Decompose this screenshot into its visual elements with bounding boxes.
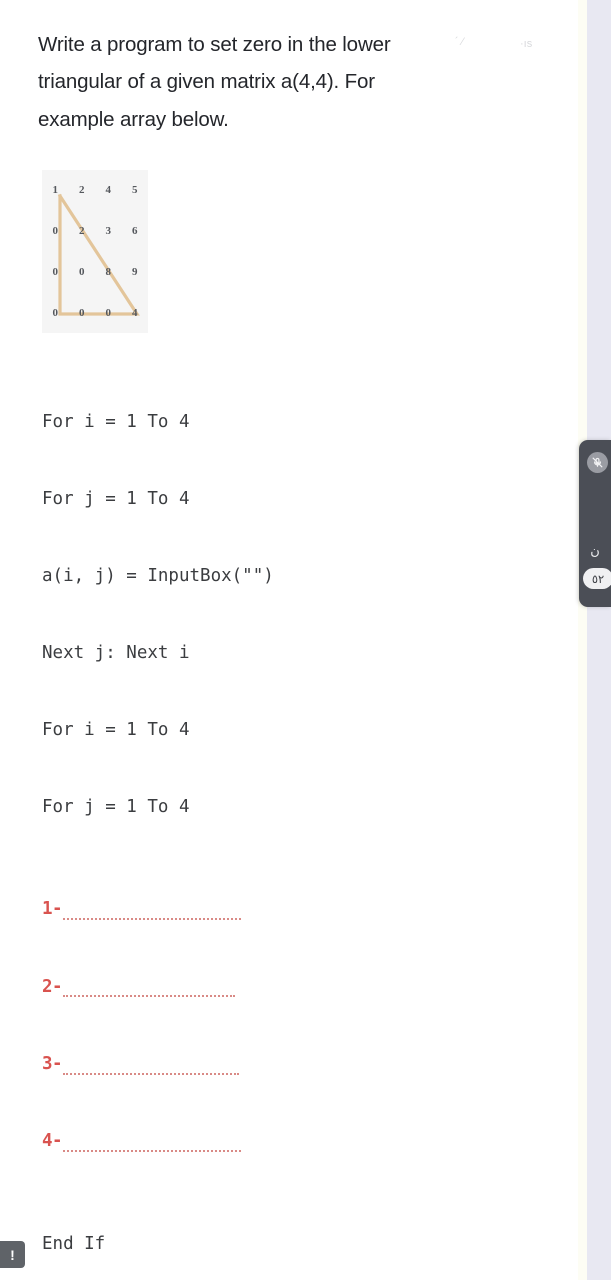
page-root: ´ ⁄ ·ıs Write a program to set zero in t… [0,0,611,1280]
blank-dotted-rule [63,995,236,998]
matrix-cell: 5 [132,184,138,197]
question-content: Write a program to set zero in the lower… [0,0,578,1280]
matrix-cell: 8 [105,265,112,278]
code-line: End If [42,1233,106,1254]
matrix-cell: 0 [79,265,85,278]
matrix-cell: 6 [132,225,138,238]
code-line: Next j: Next i [42,642,190,663]
call-panel-arabic-label: ن [590,544,600,559]
code-block: For i = 1 To 4 For j = 1 To 4 a(i, j) = … [42,359,544,1280]
matrix-cell: 3 [105,225,112,238]
code-blank-3: 3- [42,1052,544,1078]
code-line: For i = 1 To 4 [42,412,190,433]
code-line: For j = 1 To 4 [42,796,190,817]
matrix-cell: 0 [52,306,59,319]
matrix-cell: 2 [79,184,85,197]
question-text: Write a program to set zero in the lower… [38,33,391,131]
code-line: For i = 1 To 4 [42,719,190,740]
matrix-cell: 0 [52,265,59,278]
matrix-cell: 0 [52,225,59,238]
matrix-cell: 9 [132,265,138,278]
matrix-grid: 1 2 4 5 0 2 3 6 0 0 8 9 0 0 0 4 [42,170,148,333]
blank-dotted-rule [63,1072,240,1075]
code-blank-4: 4- [42,1129,544,1155]
blank-number: 1- [42,899,63,920]
right-rail-highlight [578,0,587,1280]
alert-icon[interactable]: ! [0,1241,25,1268]
call-participant-badge[interactable]: ٥٢ [583,568,611,589]
code-line: a(i, j) = InputBox("") [42,565,274,586]
call-panel[interactable]: ن ٥٢ [579,440,611,607]
code-line: For j = 1 To 4 [42,489,190,510]
matrix-cell: 4 [132,306,138,319]
blank-dotted-rule [63,918,242,921]
matrix-cell: 0 [105,306,112,319]
code-blank-2: 2- [42,974,544,1000]
matrix-cell: 0 [79,306,85,319]
mic-muted-icon[interactable] [587,452,608,473]
blank-number: 4- [42,1131,63,1152]
blank-dotted-rule [63,1149,242,1152]
matrix-cell: 4 [105,184,112,197]
blank-number: 2- [42,976,63,997]
matrix-figure: 1 2 4 5 0 2 3 6 0 0 8 9 0 0 0 4 [42,169,148,333]
matrix-cell: 2 [79,225,85,238]
code-blank-1: 1- [42,897,544,923]
matrix-cell: 1 [52,184,59,197]
blank-number: 3- [42,1053,63,1074]
right-scroll-rail[interactable] [587,0,611,1280]
